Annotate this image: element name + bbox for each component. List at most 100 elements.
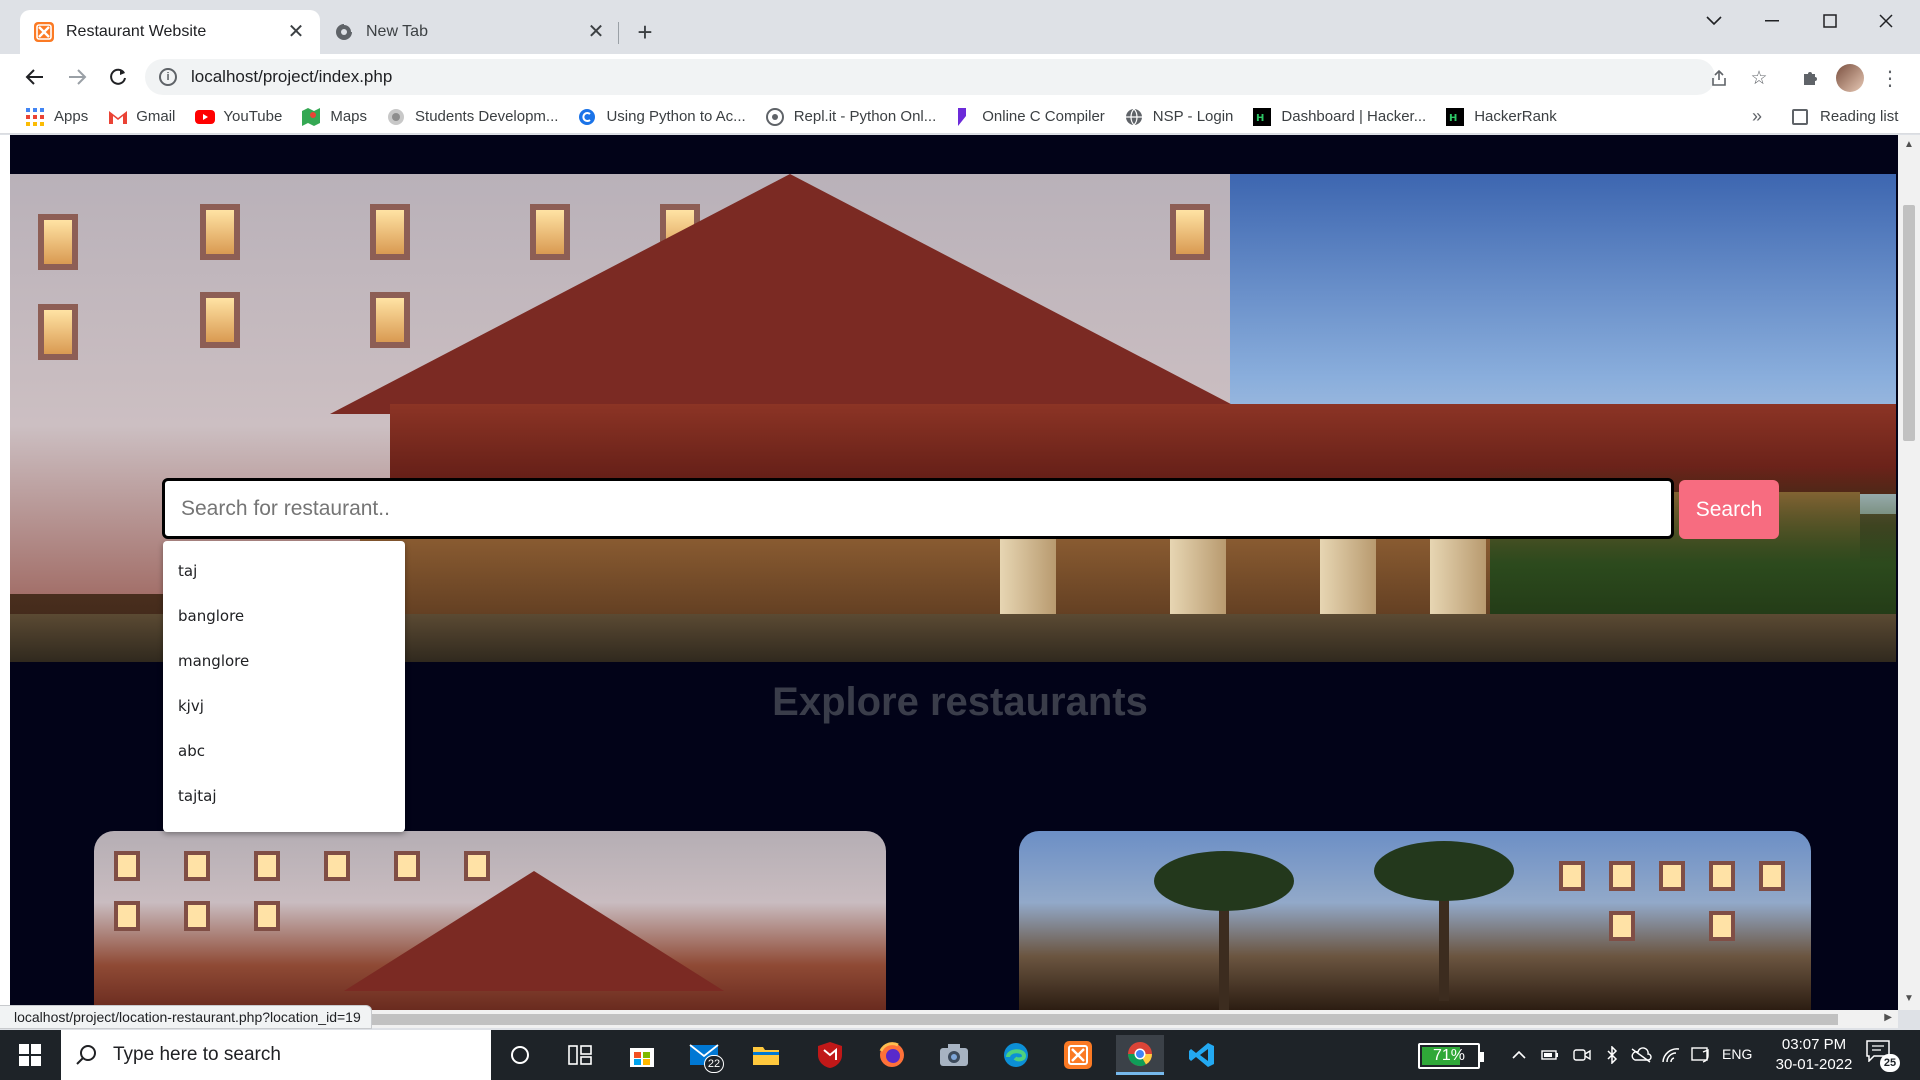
file-explorer-icon[interactable] — [742, 1035, 790, 1075]
battery-indicator[interactable]: 71% — [1418, 1043, 1484, 1069]
camera-icon[interactable] — [930, 1035, 978, 1075]
battery-nub — [1480, 1052, 1484, 1062]
card-window — [1709, 911, 1735, 941]
vertical-scrollbar[interactable]: ▲ ▼ — [1898, 135, 1920, 1010]
address-bar[interactable]: i localhost/project/index.php — [145, 59, 1715, 95]
hackerrank-icon: H — [1253, 107, 1272, 126]
gmail-icon — [109, 110, 128, 124]
compiler-icon — [958, 107, 967, 126]
windows-start-icon[interactable] — [10, 1038, 50, 1072]
show-hidden-icons-chevron-icon[interactable] — [1508, 1044, 1530, 1066]
restaurant-card[interactable] — [1019, 831, 1811, 1010]
reload-icon[interactable] — [103, 62, 133, 92]
card-window — [1759, 861, 1785, 891]
suggestion-item[interactable]: kjvj — [163, 686, 405, 731]
hero-window — [38, 304, 78, 360]
course-icon — [579, 108, 596, 125]
vscode-icon[interactable] — [1178, 1035, 1226, 1075]
scroll-up-arrow-icon[interactable]: ▲ — [1904, 139, 1914, 150]
notification-center-button[interactable]: 25 — [1866, 1040, 1900, 1072]
extensions-puzzle-icon[interactable] — [1798, 66, 1822, 90]
card-window — [1559, 861, 1585, 891]
maps-icon — [302, 107, 321, 126]
address-url: localhost/project/index.php — [191, 67, 393, 86]
profile-avatar[interactable] — [1836, 64, 1864, 92]
maximize-button[interactable] — [1810, 6, 1850, 36]
bookmark-nsp-login[interactable]: NSP - Login — [1125, 108, 1234, 126]
bookmark-replit[interactable]: Repl.it - Python Onl... — [765, 107, 937, 126]
bookmark-dashboard-hackerrank[interactable]: H Dashboard | Hacker... — [1253, 107, 1426, 126]
site-info-icon[interactable]: i — [159, 68, 177, 86]
xampp-icon[interactable] — [1054, 1035, 1102, 1075]
close-tab-icon[interactable]: ✕ — [586, 22, 606, 42]
bluetooth-icon[interactable] — [1601, 1044, 1623, 1066]
scroll-down-arrow-icon[interactable]: ▼ — [1904, 993, 1914, 1004]
close-tab-icon[interactable]: ✕ — [286, 22, 306, 42]
bookmark-students-development[interactable]: Students Developm... — [387, 108, 558, 126]
bookmark-using-python[interactable]: Using Python to Ac... — [578, 108, 746, 126]
suggestion-item[interactable]: tajtaj — [163, 776, 405, 821]
bookmark-star-icon[interactable]: ☆ — [1748, 67, 1770, 89]
card-pavilion-roof — [344, 871, 724, 991]
bookmark-label: NSP - Login — [1152, 108, 1234, 125]
suggestion-item[interactable]: taj — [163, 551, 405, 596]
wifi-icon[interactable] — [1660, 1044, 1682, 1066]
tab-search-chevron-icon[interactable] — [1694, 6, 1734, 36]
minimize-button[interactable] — [1752, 6, 1792, 36]
onedrive-offline-icon[interactable] — [1630, 1044, 1652, 1066]
restaurant-search-input[interactable] — [162, 478, 1674, 539]
card-palm-leaves — [1154, 851, 1294, 911]
hero-window — [200, 204, 240, 260]
suggestion-item[interactable]: abc — [163, 731, 405, 776]
tab-restaurant-website[interactable]: Restaurant Website ✕ — [20, 10, 320, 54]
card-window — [1709, 861, 1735, 891]
bookmark-youtube[interactable]: YouTube — [195, 108, 282, 125]
card-window — [114, 851, 140, 881]
card-window — [184, 851, 210, 881]
taskbar-search-box[interactable]: Type here to search — [61, 1030, 491, 1080]
menu-kebab-icon[interactable]: ⋮ — [1878, 66, 1902, 90]
scrollbar-thumb[interactable] — [1903, 205, 1915, 441]
bookmarks-overflow-button[interactable]: » — [1752, 106, 1762, 127]
edge-icon[interactable] — [992, 1035, 1040, 1075]
input-language[interactable]: ENG — [1722, 1046, 1752, 1062]
bookmark-label: Students Developm... — [415, 108, 559, 125]
globe-icon — [388, 108, 405, 125]
card-palm-leaves — [1374, 841, 1514, 901]
bookmark-online-c-compiler[interactable]: Online C Compiler — [956, 107, 1105, 126]
scroll-right-arrow-icon[interactable]: ▶ — [1884, 1012, 1892, 1023]
bookmark-apps[interactable]: Apps — [26, 107, 88, 126]
microsoft-store-icon[interactable] — [618, 1035, 666, 1075]
bookmark-hackerrank[interactable]: H HackerRank — [1446, 107, 1557, 126]
search-button[interactable]: Search — [1679, 480, 1779, 539]
new-tab-button[interactable]: + — [630, 18, 660, 48]
hero-pavilion-roof — [330, 174, 1250, 414]
security-shield-icon[interactable] — [1690, 1044, 1712, 1066]
bookmark-maps[interactable]: Maps — [302, 107, 367, 126]
suggestion-item[interactable]: manglore — [163, 641, 405, 686]
suggestion-item[interactable]: banglore — [163, 596, 405, 641]
tab-strip: Restaurant Website ✕ New Tab ✕ + — [0, 0, 1920, 54]
meet-now-icon[interactable] — [1571, 1044, 1593, 1066]
mail-icon[interactable]: 22 — [680, 1035, 728, 1075]
notification-count-badge: 25 — [1880, 1054, 1900, 1072]
mcafee-icon[interactable] — [806, 1035, 854, 1075]
forward-arrow-icon[interactable] — [62, 62, 92, 92]
share-icon[interactable] — [1708, 67, 1730, 89]
firefox-icon[interactable] — [868, 1035, 916, 1075]
chrome-icon[interactable] — [1116, 1035, 1164, 1075]
reading-list-button[interactable]: Reading list — [1792, 108, 1898, 125]
system-clock[interactable]: 03:07 PM 30-01-2022 — [1764, 1035, 1864, 1075]
close-window-button[interactable] — [1866, 6, 1906, 36]
cortana-icon[interactable] — [496, 1035, 544, 1075]
svg-text:H: H — [1449, 113, 1457, 124]
tab-new-tab[interactable]: New Tab ✕ — [320, 10, 620, 54]
task-view-icon[interactable] — [556, 1035, 604, 1075]
bookmark-label: Repl.it - Python Onl... — [793, 108, 937, 125]
restaurant-card[interactable] — [94, 831, 886, 1010]
back-arrow-icon[interactable] — [20, 62, 50, 92]
hero-window — [200, 292, 240, 348]
bookmark-gmail[interactable]: Gmail — [108, 108, 175, 125]
bookmarks-bar: Apps Gmail YouTube Maps Students Develop… — [0, 100, 1920, 134]
battery-tray-icon[interactable] — [1539, 1044, 1561, 1066]
